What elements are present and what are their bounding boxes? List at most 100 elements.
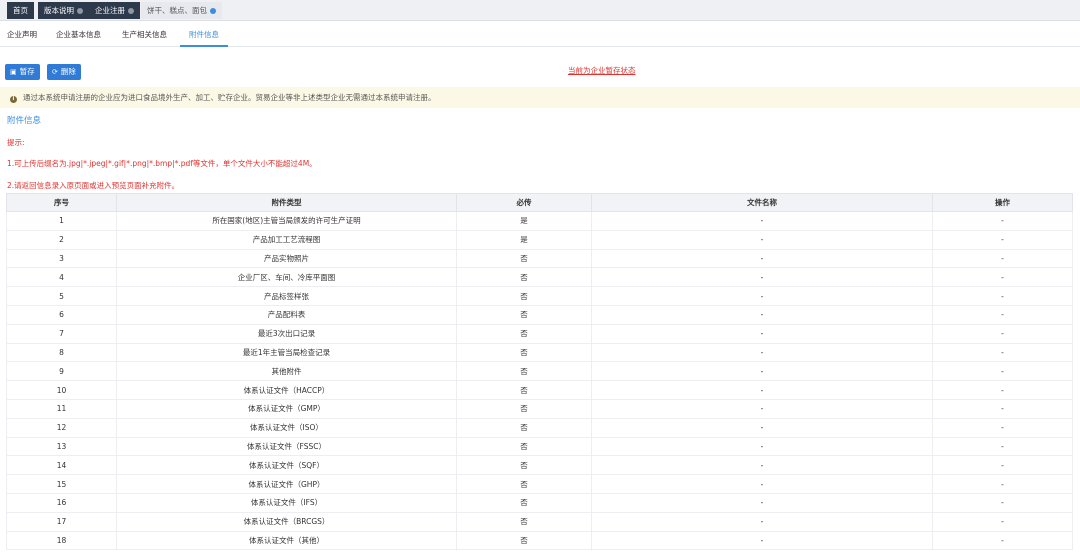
table-row: 10 体系认证文件（HACCP）否 - - [6,380,1073,400]
close-icon[interactable] [210,8,216,14]
row-file-name: - [591,304,933,325]
row-file-name: - [591,267,933,288]
table-row: 6 产品配料表否 - - [6,304,1073,325]
row-action[interactable]: - [932,380,1073,400]
status-link[interactable]: 当前为企业暂存状态 [568,65,636,76]
row-file-name: - [591,455,933,476]
table-row: 1 所在国家(地区)主管当局颁发的许可生产证明是 - - [6,211,1073,231]
row-file-name: - [591,248,933,269]
table-row: 2 产品加工工艺流程图是 - - [6,229,1073,250]
row-action[interactable]: - [932,455,1073,476]
row-file-name: - [591,474,933,494]
row-action[interactable]: - [932,492,1073,513]
row-index: 9 [6,361,117,382]
header-index: 序号 [6,193,117,212]
top-tab-label: 首页 [13,6,28,15]
row-action[interactable]: - [932,304,1073,325]
top-tab-label: 企业注册 [95,6,125,15]
table-row: 16 体系认证文件（IFS）否 - - [6,492,1073,513]
row-type: 体系认证文件（SQF） [116,455,457,476]
row-type: 体系认证文件（FSSC） [116,436,457,457]
delete-button[interactable]: ⟳ 删除 [47,64,81,80]
row-action[interactable]: - [932,436,1073,457]
row-action[interactable]: - [932,323,1073,344]
row-index: 16 [6,492,117,513]
save-button[interactable]: ▣ 暂存 [5,64,40,80]
row-type: 产品标签样张 [116,286,457,306]
tab-production-info[interactable]: 生产相关信息 [122,21,167,47]
tab-attachments[interactable]: 附件信息 [180,21,228,47]
top-tab-register[interactable]: 企业注册 [89,2,140,19]
row-action[interactable]: - [932,530,1073,551]
sub-tab-bar: 企业声明 企业基本信息 生产相关信息 附件信息 [0,21,1080,47]
row-type: 其他附件 [116,361,457,382]
row-required: 否 [456,474,592,494]
row-action[interactable]: - [932,398,1073,419]
top-tab-label: 版本说明 [44,6,74,15]
attachment-table: 序号 附件类型 必传 文件名称 操作 1 所在国家(地区)主管当局颁发的许可生产证… [6,193,1073,551]
close-icon[interactable] [128,8,134,14]
table-row: 17 体系认证文件（BRCGS）否 - - [6,511,1073,532]
top-tab-version[interactable]: 版本说明 [38,2,89,19]
row-action[interactable]: - [932,474,1073,494]
tab-declaration[interactable]: 企业声明 [7,21,37,47]
row-index: 15 [6,474,117,494]
row-index: 14 [6,455,117,476]
row-file-name: - [591,436,933,457]
row-index: 18 [6,530,117,551]
notice-text: 通过本系统申请注册的企业应为进口食品境外生产、加工、贮存企业。贸易企业等非上述类… [23,93,436,102]
row-index: 11 [6,398,117,419]
row-index: 1 [6,211,117,231]
row-required: 否 [456,323,592,344]
row-index: 8 [6,342,117,363]
row-file-name: - [591,380,933,400]
close-icon[interactable] [77,8,83,14]
row-type: 体系认证文件（HACCP） [116,380,457,400]
row-type: 所在国家(地区)主管当局颁发的许可生产证明 [116,211,457,231]
row-action[interactable]: - [932,286,1073,306]
table-row: 5 产品标签样张否 - - [6,286,1073,306]
top-tab-product[interactable]: 饼干、糕点、面包 [141,2,222,19]
row-action[interactable]: - [932,229,1073,250]
row-file-name: - [591,511,933,532]
row-required: 否 [456,492,592,513]
top-tab-home[interactable]: 首页 [7,2,34,19]
row-index: 3 [6,248,117,269]
row-action[interactable]: - [932,417,1073,438]
row-required: 否 [456,417,592,438]
table-row: 7 最近3次出口记录否 - - [6,323,1073,344]
row-action[interactable]: - [932,511,1073,532]
header-required: 必传 [456,193,592,212]
row-file-name: - [591,492,933,513]
row-type: 最近3次出口记录 [116,323,457,344]
row-type: 体系认证文件（BRCGS） [116,511,457,532]
row-type: 最近1年主管当局检查记录 [116,342,457,363]
row-file-name: - [591,417,933,438]
row-required: 否 [456,511,592,532]
row-type: 体系认证文件（其他） [116,530,457,551]
table-header-row: 序号 附件类型 必传 文件名称 操作 [6,193,1073,212]
row-type: 体系认证文件（GHP） [116,474,457,494]
tab-basic-info[interactable]: 企业基本信息 [56,21,101,47]
row-file-name: - [591,229,933,250]
row-file-name: - [591,398,933,419]
table-row: 13 体系认证文件（FSSC）否 - - [6,436,1073,457]
refresh-icon: ⟳ [52,68,58,76]
row-required: 否 [456,455,592,476]
row-type: 企业厂区、车间、冷库平面图 [116,267,457,288]
row-action[interactable]: - [932,361,1073,382]
row-required: 否 [456,342,592,363]
top-tab-label: 饼干、糕点、面包 [147,6,207,15]
row-required: 否 [456,436,592,457]
row-action[interactable]: - [932,342,1073,363]
row-action[interactable]: - [932,211,1073,231]
hint-title: 提示: [7,138,25,147]
row-required: 否 [456,286,592,306]
row-required: 否 [456,380,592,400]
row-action[interactable]: - [932,248,1073,269]
row-file-name: - [591,323,933,344]
hint-line-2: 2.请返回信息录入原页面或进入预览页面补充附件。 [7,181,180,190]
row-type: 产品配料表 [116,304,457,325]
row-action[interactable]: - [932,267,1073,288]
row-required: 否 [456,304,592,325]
